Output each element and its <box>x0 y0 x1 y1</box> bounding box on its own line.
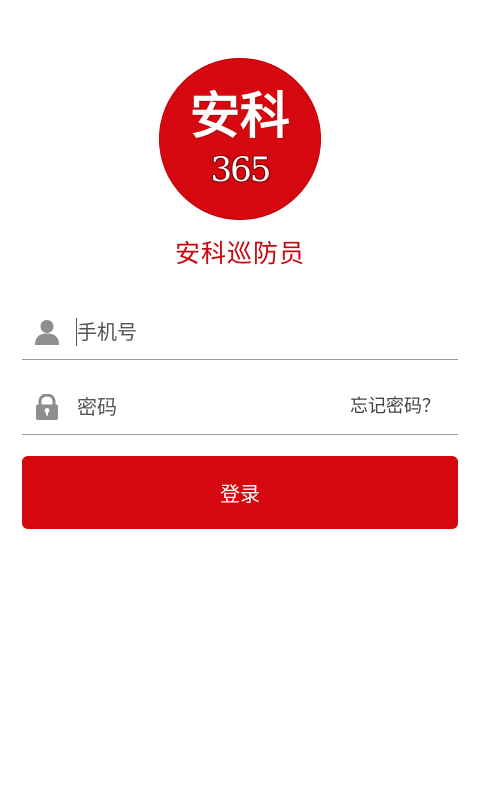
logo-main-text: 安科 <box>190 87 290 145</box>
logo-sub-text: 365 <box>210 150 272 190</box>
login-button[interactable]: 登录 <box>22 456 458 529</box>
login-screen: 安科 365 安科巡防员 忘记密码？ 登录 <box>0 0 480 800</box>
password-field-row: 忘记密码？ <box>22 378 458 435</box>
phone-input[interactable] <box>77 315 337 349</box>
lock-icon <box>36 394 58 420</box>
user-icon <box>35 320 59 345</box>
app-title: 安科巡防员 <box>174 239 305 268</box>
app-logo: 安科 365 <box>159 58 321 220</box>
password-input[interactable] <box>77 390 337 424</box>
forgot-password-link[interactable]: 忘记密码？ <box>350 395 440 419</box>
phone-field-row <box>22 303 458 360</box>
